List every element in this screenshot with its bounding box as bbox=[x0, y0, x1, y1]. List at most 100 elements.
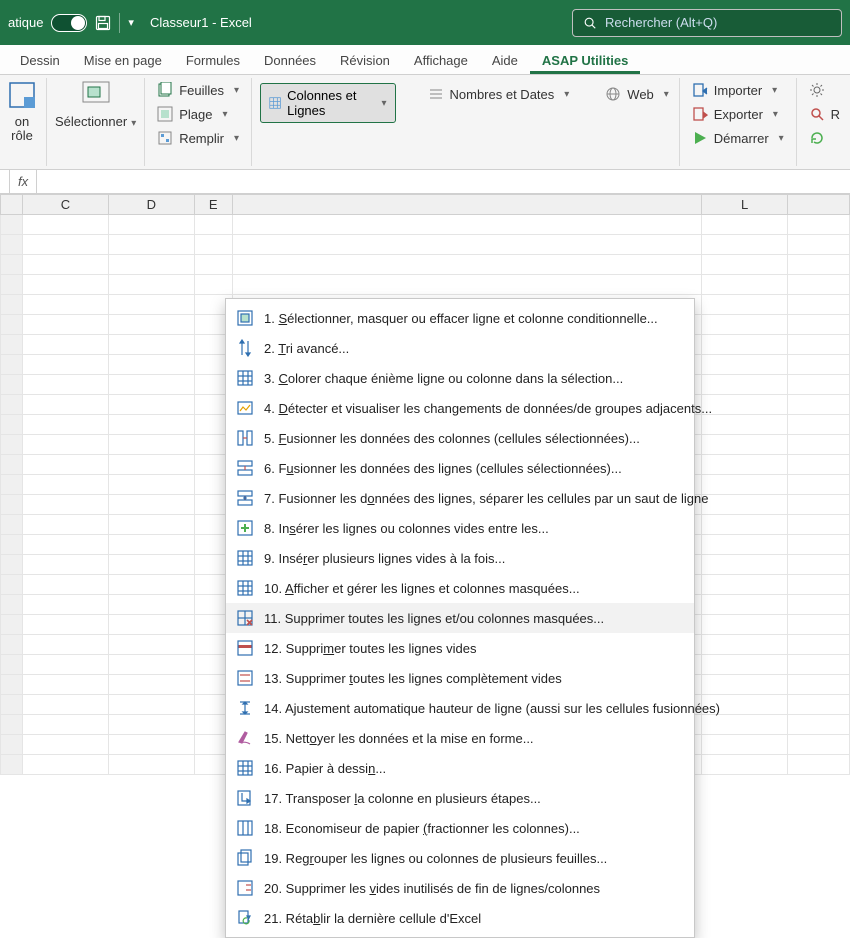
save-icon[interactable] bbox=[95, 15, 111, 31]
column-headers[interactable]: C D E L bbox=[1, 195, 850, 215]
row-header[interactable] bbox=[1, 375, 23, 395]
row-header[interactable] bbox=[1, 415, 23, 435]
menu-item[interactable]: 10. Afficher et gérer les lignes et colo… bbox=[226, 573, 694, 603]
menu-item[interactable]: 1. Sélectionner, masquer ou effacer lign… bbox=[226, 303, 694, 333]
menu-item[interactable]: 11. Supprimer toutes les lignes et/ou co… bbox=[226, 603, 694, 633]
menu-item[interactable]: 20. Supprimer les vides inutilisés de fi… bbox=[226, 873, 694, 903]
table-row[interactable] bbox=[1, 275, 850, 295]
table-row[interactable] bbox=[1, 215, 850, 235]
menu-item-label: 4. Détecter et visualiser les changement… bbox=[264, 401, 712, 416]
ribbon-item-label: Importer bbox=[714, 83, 762, 98]
col-header[interactable]: D bbox=[108, 195, 194, 215]
row-header[interactable] bbox=[1, 675, 23, 695]
row-header[interactable] bbox=[1, 475, 23, 495]
ribbon-importer[interactable]: Importer bbox=[688, 79, 788, 101]
grid-icon bbox=[236, 579, 254, 597]
row-header[interactable] bbox=[1, 255, 23, 275]
row-header[interactable] bbox=[1, 355, 23, 375]
row-header[interactable] bbox=[1, 595, 23, 615]
row-header[interactable] bbox=[1, 275, 23, 295]
menu-item[interactable]: 15. Nettoyer les données et la mise en f… bbox=[226, 723, 694, 753]
ribbon-plage[interactable]: Plage bbox=[153, 103, 243, 125]
menu-item[interactable]: 6. Fusionner les données des lignes (cel… bbox=[226, 453, 694, 483]
menu-item[interactable]: 13. Supprimer toutes les lignes complète… bbox=[226, 663, 694, 693]
ribbon-demarrer[interactable]: Démarrer bbox=[688, 127, 788, 149]
col-header[interactable] bbox=[232, 195, 701, 215]
table-row[interactable] bbox=[1, 255, 850, 275]
row-header[interactable] bbox=[1, 715, 23, 735]
row-header[interactable] bbox=[1, 215, 23, 235]
menu-item-label: 2. Tri avancé... bbox=[264, 341, 684, 356]
row-header[interactable] bbox=[1, 555, 23, 575]
ribbon-remplir[interactable]: Remplir bbox=[153, 127, 243, 149]
menu-item[interactable]: 14. Ajustement automatique hauteur de li… bbox=[226, 693, 694, 723]
ribbon-nombres-dates[interactable]: Nombres et Dates bbox=[424, 83, 574, 105]
ribbon-r[interactable]: R bbox=[805, 103, 844, 125]
menu-item[interactable]: 3. Colorer chaque énième ligne ou colonn… bbox=[226, 363, 694, 393]
ribbon-control-button[interactable]: onrôle bbox=[0, 75, 44, 148]
table-row[interactable] bbox=[1, 235, 850, 255]
formula-input[interactable] bbox=[37, 170, 850, 193]
menu-item[interactable]: 5. Fusionner les données des colonnes (c… bbox=[226, 423, 694, 453]
menu-item[interactable]: 16. Papier à dessin... bbox=[226, 753, 694, 783]
ribbon-select-button[interactable]: Sélectionner bbox=[49, 75, 142, 133]
row-header[interactable] bbox=[1, 515, 23, 535]
ribbon-exporter[interactable]: Exporter bbox=[688, 103, 788, 125]
ribbon-refresh[interactable] bbox=[805, 127, 844, 149]
row-header[interactable] bbox=[1, 435, 23, 455]
menu-item[interactable]: 19. Regrouper les lignes ou colonnes de … bbox=[226, 843, 694, 873]
menu-item-label: 9. Insérer plusieurs lignes vides à la f… bbox=[264, 551, 684, 566]
row-header[interactable] bbox=[1, 575, 23, 595]
grid-icon bbox=[236, 549, 254, 567]
menu-item[interactable]: 12. Supprimer toutes les lignes vides bbox=[226, 633, 694, 663]
row-header[interactable] bbox=[1, 615, 23, 635]
row-header[interactable] bbox=[1, 395, 23, 415]
menu-item[interactable]: 8. Insérer les lignes ou colonnes vides … bbox=[226, 513, 694, 543]
row-header[interactable] bbox=[1, 455, 23, 475]
start-icon bbox=[692, 130, 708, 146]
row-header[interactable] bbox=[1, 695, 23, 715]
tab-aide[interactable]: Aide bbox=[480, 48, 530, 74]
menu-item[interactable]: 2. Tri avancé... bbox=[226, 333, 694, 363]
menu-item[interactable]: 17. Transposer la colonne en plusieurs é… bbox=[226, 783, 694, 813]
row-header[interactable] bbox=[1, 755, 23, 775]
row-header[interactable] bbox=[1, 655, 23, 675]
paper-icon bbox=[236, 819, 254, 837]
ribbon-item-label: Web bbox=[627, 87, 654, 102]
tab-donnees[interactable]: Données bbox=[252, 48, 328, 74]
autosave-toggle[interactable] bbox=[51, 14, 87, 32]
row-header[interactable] bbox=[1, 295, 23, 315]
col-header[interactable] bbox=[788, 195, 850, 215]
col-header[interactable]: C bbox=[22, 195, 108, 215]
row-header[interactable] bbox=[1, 335, 23, 355]
tab-dessin[interactable]: Dessin bbox=[8, 48, 72, 74]
ribbon-web[interactable]: Web bbox=[601, 83, 673, 105]
ribbon: onrôle Sélectionner Feuilles Plage Rempl… bbox=[0, 75, 850, 170]
menu-item[interactable]: 4. Détecter et visualiser les changement… bbox=[226, 393, 694, 423]
quick-access-more[interactable]: ▾ bbox=[128, 16, 134, 29]
menu-item[interactable]: 21. Rétablir la dernière cellule d'Excel bbox=[226, 903, 694, 933]
fx-label[interactable]: fx bbox=[10, 170, 37, 193]
row-header[interactable] bbox=[1, 495, 23, 515]
col-header[interactable]: L bbox=[702, 195, 788, 215]
tab-revision[interactable]: Révision bbox=[328, 48, 402, 74]
insert-icon bbox=[236, 519, 254, 537]
search-box[interactable] bbox=[572, 9, 842, 37]
ribbon-colonnes-lignes-dropdown[interactable]: Colonnes et Lignes bbox=[260, 83, 396, 123]
row-header[interactable] bbox=[1, 535, 23, 555]
ribbon-settings[interactable] bbox=[805, 79, 844, 101]
menu-item[interactable]: 7. Fusionner les données des lignes, sép… bbox=[226, 483, 694, 513]
tab-mise-en-page[interactable]: Mise en page bbox=[72, 48, 174, 74]
ribbon-item-label: Démarrer bbox=[714, 131, 769, 146]
col-header[interactable]: E bbox=[194, 195, 232, 215]
tab-asap-utilities[interactable]: ASAP Utilities bbox=[530, 48, 640, 74]
search-input[interactable] bbox=[605, 15, 831, 30]
tab-formules[interactable]: Formules bbox=[174, 48, 252, 74]
menu-item[interactable]: 9. Insérer plusieurs lignes vides à la f… bbox=[226, 543, 694, 573]
row-header[interactable] bbox=[1, 635, 23, 655]
tab-affichage[interactable]: Affichage bbox=[402, 48, 480, 74]
row-header[interactable] bbox=[1, 315, 23, 335]
row-header[interactable] bbox=[1, 235, 23, 255]
ribbon-feuilles[interactable]: Feuilles bbox=[153, 79, 243, 101]
row-header[interactable] bbox=[1, 735, 23, 755]
